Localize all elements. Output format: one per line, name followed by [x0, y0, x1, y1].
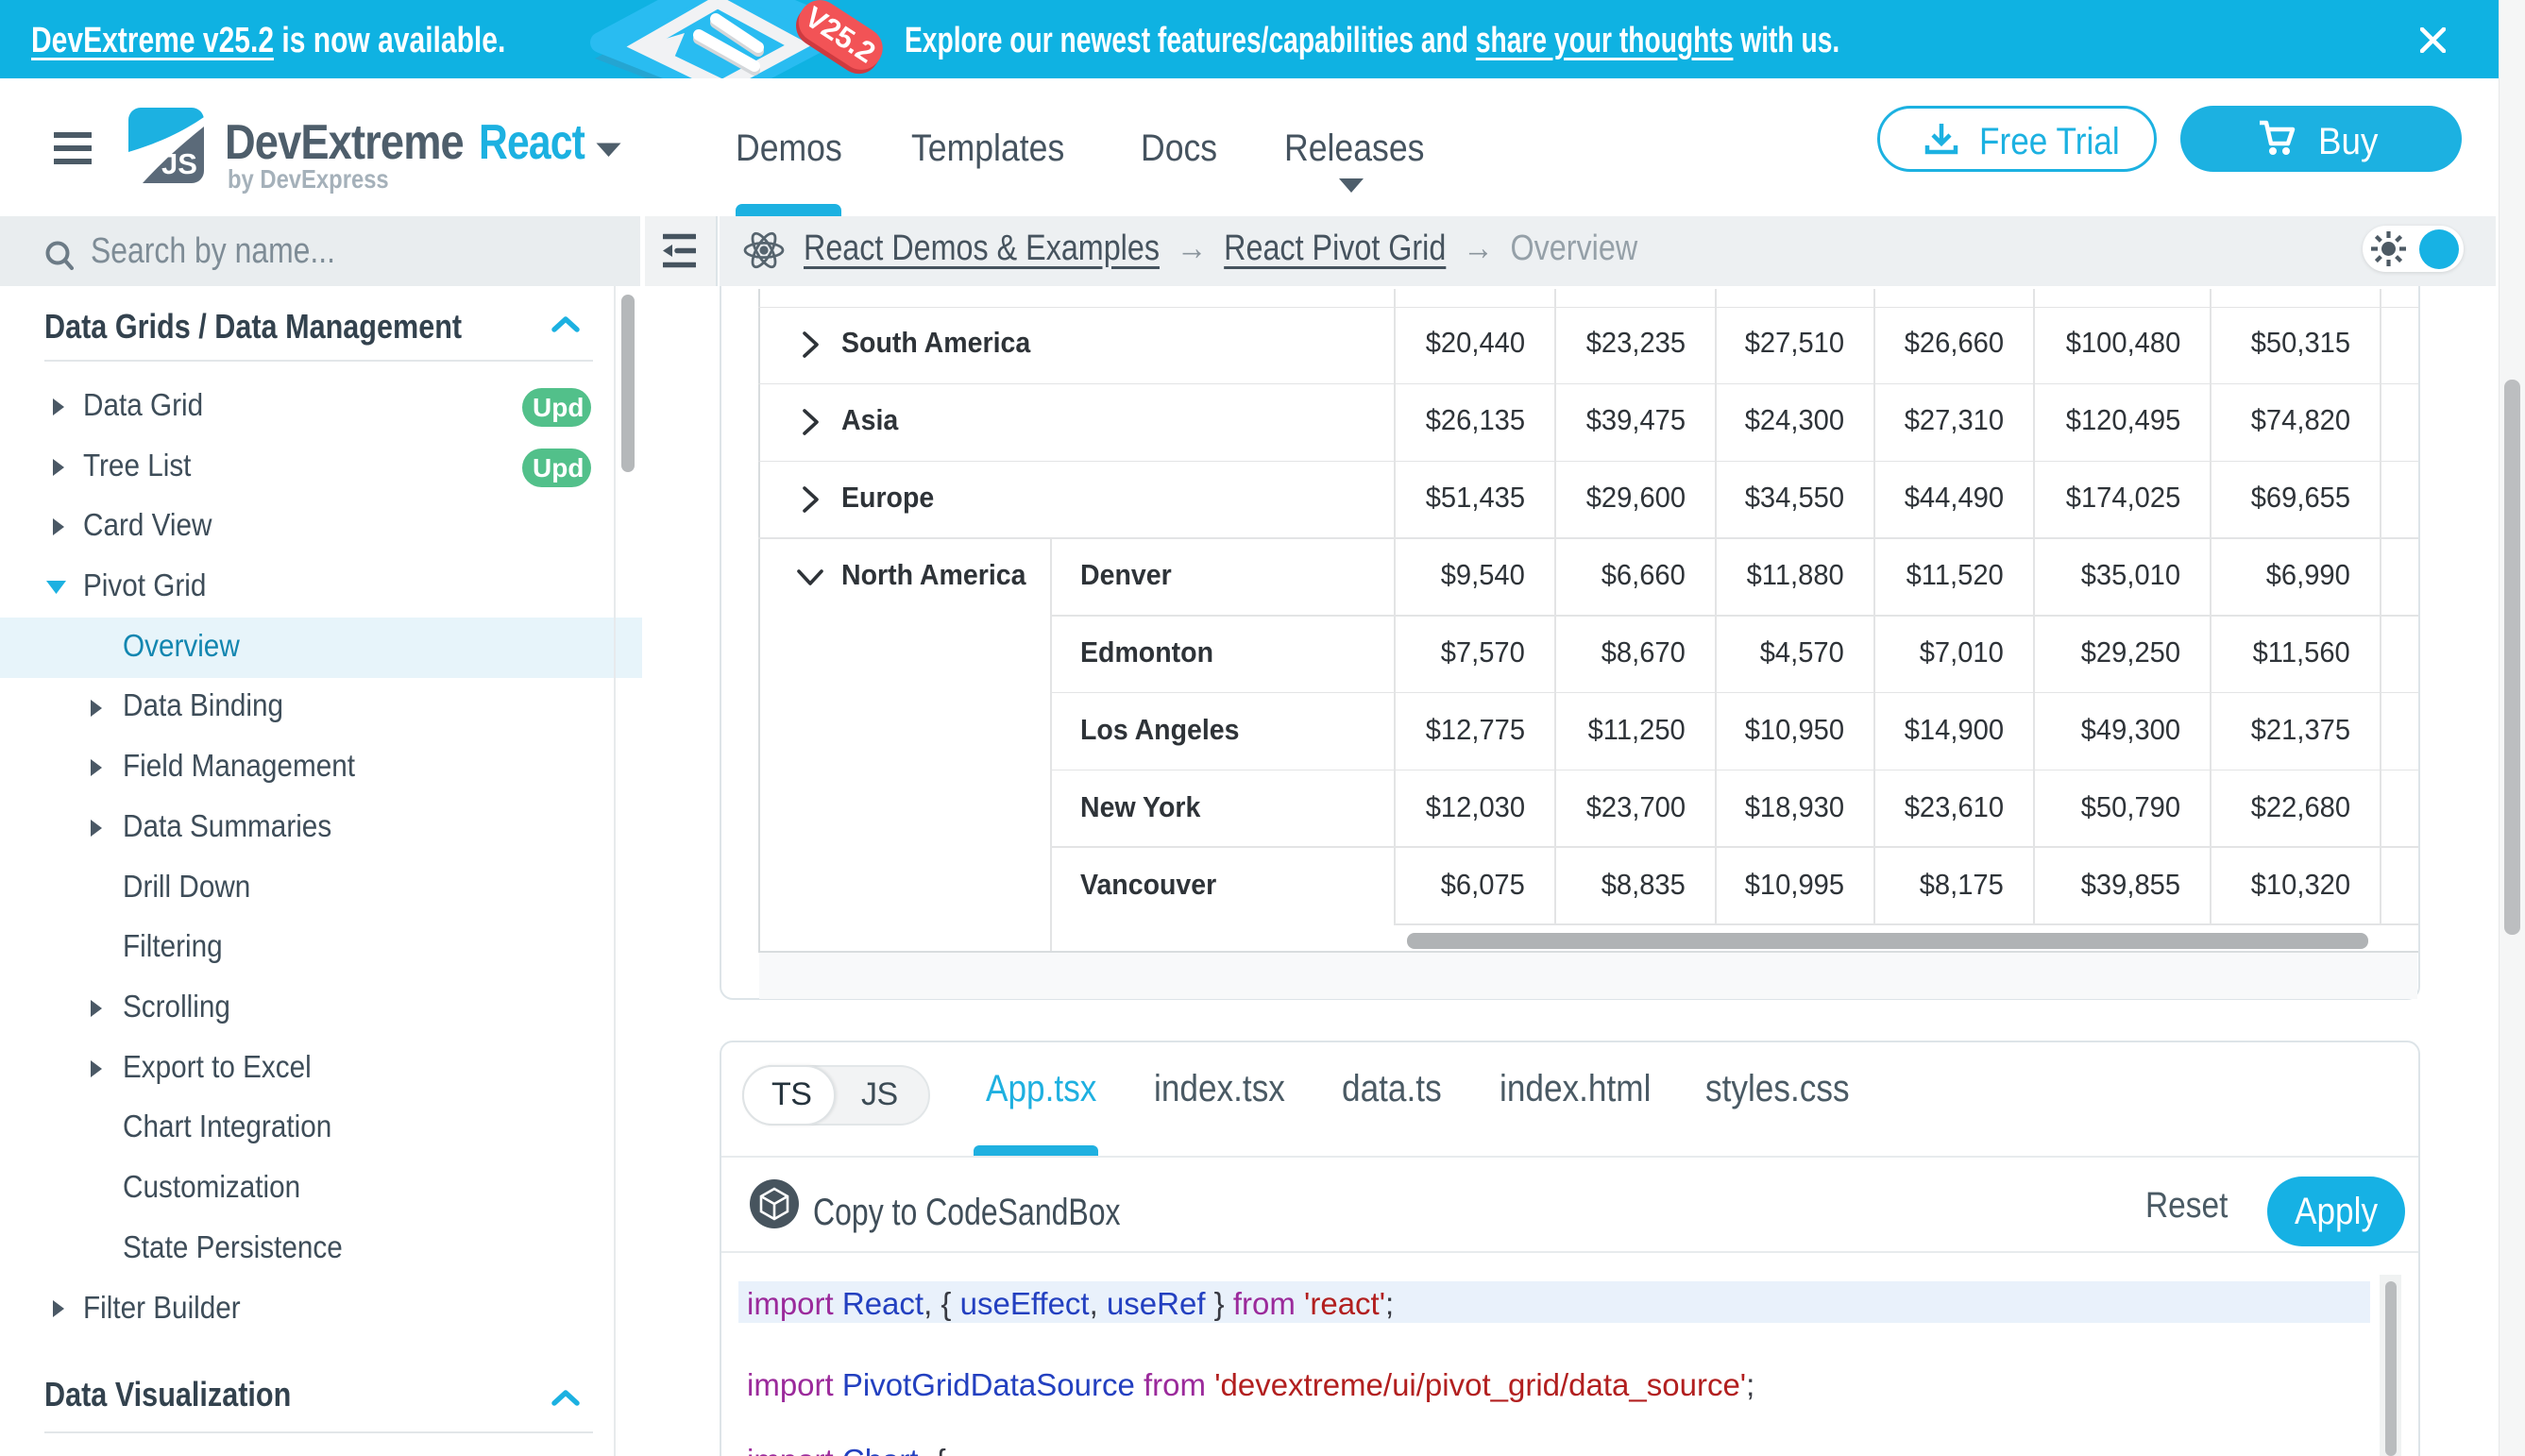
svg-text:JS: JS: [161, 147, 197, 180]
